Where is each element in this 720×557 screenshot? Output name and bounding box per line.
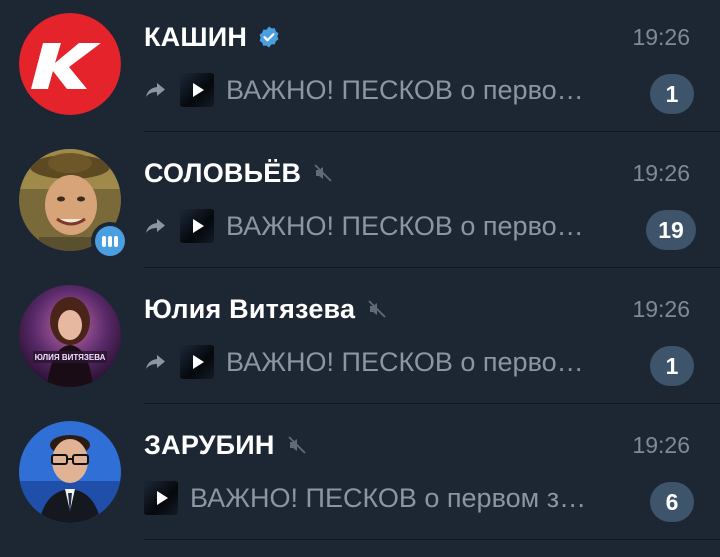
divider xyxy=(144,539,720,540)
chat-list: КАШИН 19:26 ВАЖНО! ПЕСКОВ о перво… 1 СОЛ… xyxy=(0,0,720,557)
unread-badge: 1 xyxy=(650,74,694,114)
message-preview: ВАЖНО! ПЕСКОВ о перво… xyxy=(144,208,584,244)
preview-text: ВАЖНО! ПЕСКОВ о первом з… xyxy=(190,482,587,513)
forward-icon xyxy=(146,355,165,369)
preview-text: ВАЖНО! ПЕСКОВ о перво… xyxy=(226,74,584,105)
chat-row-kashin[interactable]: КАШИН 19:26 ВАЖНО! ПЕСКОВ о перво… 1 xyxy=(0,0,720,132)
preview-text: ВАЖНО! ПЕСКОВ о перво… xyxy=(226,346,584,377)
muted-icon xyxy=(314,164,332,182)
chat-time: 19:26 xyxy=(632,296,690,322)
muted-icon xyxy=(368,300,386,318)
chat-title: Юлия Витязева xyxy=(144,292,387,326)
video-thumbnail xyxy=(180,73,214,107)
avatar xyxy=(19,421,121,523)
play-icon xyxy=(157,491,168,505)
unread-badge: 1 xyxy=(650,346,694,386)
play-icon xyxy=(193,83,204,97)
avatar: ЮЛИЯ ВИТЯЗЕВА xyxy=(19,285,121,387)
chat-name: КАШИН xyxy=(144,21,248,52)
message-preview: ВАЖНО! ПЕСКОВ о первом з… xyxy=(144,480,586,516)
voice-chat-icon xyxy=(95,226,125,256)
chat-time: 19:26 xyxy=(632,160,690,186)
message-preview: ВАЖНО! ПЕСКОВ о перво… xyxy=(144,344,584,380)
man-with-glasses-photo-icon xyxy=(19,421,121,523)
chat-row-solovyov[interactable]: СОЛОВЬЁВ 19:26 ВАЖНО! ПЕСКОВ о перво… 19 xyxy=(0,132,720,268)
chat-name: Юлия Витязева xyxy=(144,293,356,324)
woman-photo-icon: ЮЛИЯ ВИТЯЗЕВА xyxy=(19,285,121,387)
chat-time: 19:26 xyxy=(632,24,690,50)
verified-icon xyxy=(259,26,279,48)
chat-name: ЗАРУБИН xyxy=(144,429,275,460)
preview-text: ВАЖНО! ПЕСКОВ о перво… xyxy=(226,210,584,241)
unread-badge: 6 xyxy=(650,482,694,522)
chat-title: СОЛОВЬЁВ xyxy=(144,156,333,190)
red-k-logo-icon xyxy=(19,13,121,115)
video-thumbnail xyxy=(144,481,178,515)
message-preview: ВАЖНО! ПЕСКОВ о перво… xyxy=(144,72,584,108)
chat-row-vityazeva[interactable]: ЮЛИЯ ВИТЯЗЕВА Юлия Витязева 19:26 ВАЖНО!… xyxy=(0,268,720,404)
video-thumbnail xyxy=(180,345,214,379)
unread-badge: 19 xyxy=(646,210,696,250)
muted-icon xyxy=(287,436,306,454)
play-icon xyxy=(193,219,204,233)
chat-row-zarubin[interactable]: ЗАРУБИН 19:26 ВАЖНО! ПЕСКОВ о первом з… … xyxy=(0,404,720,540)
avatar xyxy=(19,13,121,115)
forward-icon xyxy=(146,219,165,233)
chat-title: КАШИН xyxy=(144,20,281,54)
chat-time: 19:26 xyxy=(632,432,690,458)
chat-title: ЗАРУБИН xyxy=(144,428,307,462)
svg-text:ЮЛИЯ ВИТЯЗЕВА: ЮЛИЯ ВИТЯЗЕВА xyxy=(35,353,106,362)
video-thumbnail xyxy=(180,209,214,243)
forward-icon xyxy=(146,83,165,97)
play-icon xyxy=(193,355,204,369)
voice-chat-badge xyxy=(91,222,129,260)
chat-name: СОЛОВЬЁВ xyxy=(144,157,302,188)
